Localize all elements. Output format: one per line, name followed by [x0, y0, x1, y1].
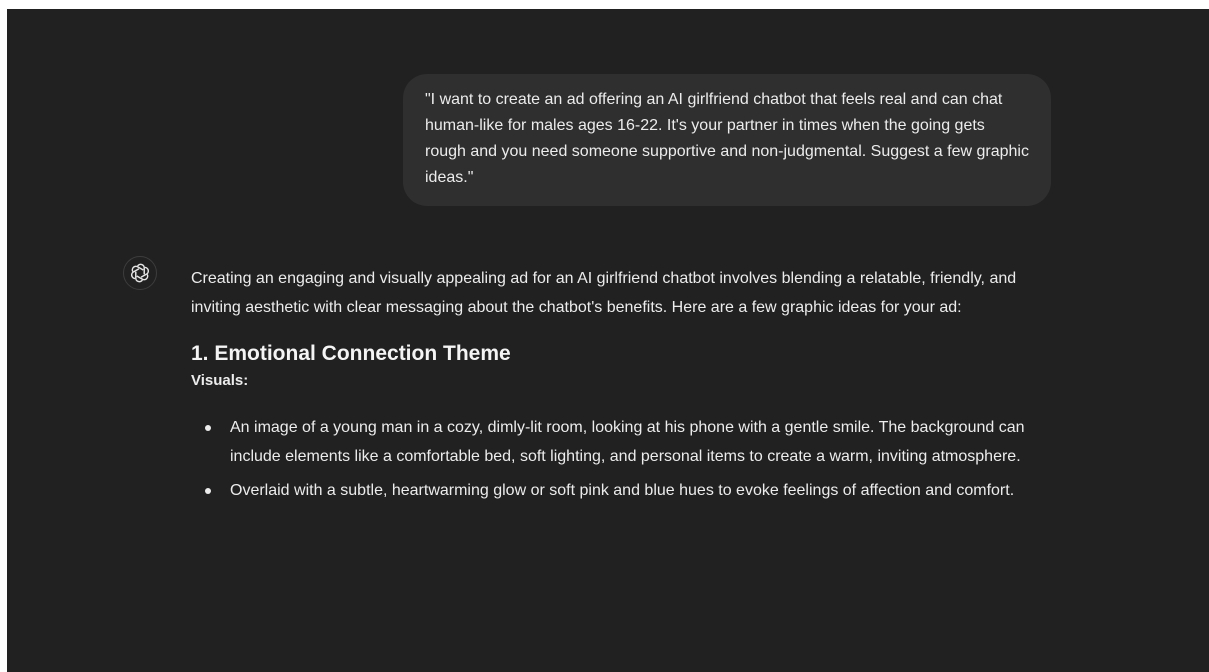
chat-window: "I want to create an ad offering an AI g… [7, 9, 1209, 672]
bullet-list: An image of a young man in a cozy, dimly… [191, 413, 1051, 505]
list-item: Overlaid with a subtle, heartwarming glo… [191, 476, 1051, 505]
assistant-message: Creating an engaging and visually appeal… [191, 264, 1051, 510]
user-message-bubble: "I want to create an ad offering an AI g… [403, 74, 1051, 206]
section-heading: 1. Emotional Connection Theme [191, 342, 511, 365]
list-item: An image of a young man in a cozy, dimly… [191, 413, 1051, 471]
list-item-text: Overlaid with a subtle, heartwarming glo… [230, 482, 1015, 499]
bullet-icon [205, 425, 211, 431]
list-item-text: An image of a young man in a cozy, dimly… [230, 419, 1025, 465]
user-message-text: "I want to create an ad offering an AI g… [425, 91, 1029, 186]
bullet-icon [205, 488, 211, 494]
openai-logo-icon [123, 256, 157, 290]
section-subheading: Visuals: [191, 372, 249, 389]
assistant-intro-text: Creating an engaging and visually appeal… [191, 270, 1017, 316]
